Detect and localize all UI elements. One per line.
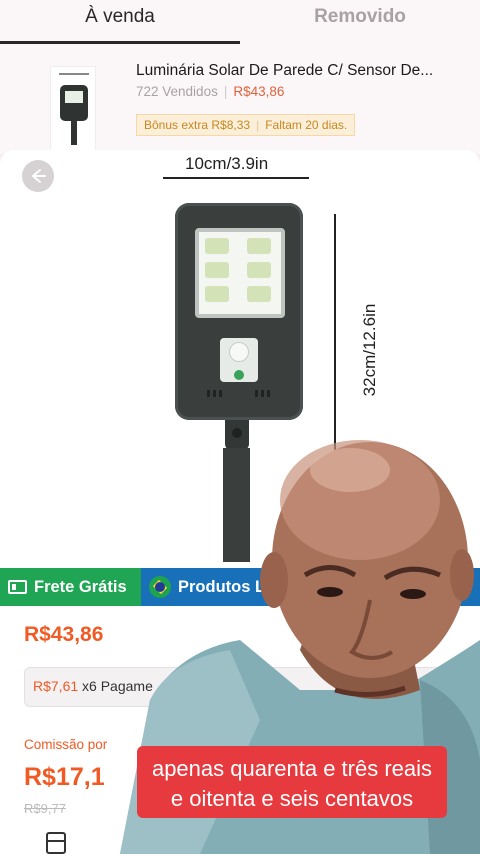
local-products-badge: Produtos Lo: [141, 568, 480, 606]
installment-box: R$7,61 x6 Pagame: [24, 667, 444, 707]
commission-label: Comissão por: [24, 737, 108, 752]
badge-row: Frete Grátis Produtos Lo: [0, 568, 480, 606]
height-dimension-line: [334, 214, 336, 466]
brazil-flag-icon: [149, 576, 171, 598]
product-title: Luminária Solar De Parede C/ Sensor De..…: [136, 62, 434, 79]
width-dimension-line: [163, 177, 309, 179]
commission-value: R$17,1: [24, 763, 105, 791]
product-row[interactable]: Luminária Solar De Parede C/ Sensor De..…: [0, 44, 480, 158]
product-meta: 722 Vendidos | R$43,86: [136, 84, 285, 99]
price: R$43,86: [24, 623, 104, 646]
installment-price: R$7,61: [33, 678, 79, 694]
sold-count: 722 Vendidos: [136, 84, 218, 99]
product-price: R$43,86: [233, 84, 285, 99]
free-shipping-label: Frete Grátis: [34, 577, 127, 596]
product-thumbnail: [50, 66, 96, 158]
store-icon[interactable]: [46, 832, 66, 854]
bonus-amount: Bônus extra R$8,33: [144, 118, 251, 132]
tab-bar: À venda Removido: [0, 0, 480, 44]
local-products-label: Produtos Lo: [178, 577, 276, 596]
tab-for-sale[interactable]: À venda: [0, 0, 240, 44]
height-dimension-label: 32cm/12.6in: [360, 303, 379, 397]
old-value: R$9,77: [24, 801, 66, 816]
free-shipping-badge: Frete Grátis: [0, 568, 141, 606]
back-button[interactable]: [22, 160, 54, 192]
bonus-badge: Bônus extra R$8,33 | Faltam 20 dias.: [136, 114, 356, 136]
tab-removed[interactable]: Removido: [240, 0, 480, 44]
arrow-left-icon: [32, 169, 46, 183]
bonus-remaining: Faltam 20 dias.: [265, 118, 348, 132]
width-dimension-label: 10cm/3.9in: [185, 154, 269, 173]
video-caption: apenas quarenta e três reais e oitenta e…: [137, 746, 447, 818]
installment-text: x6 Pagame: [78, 678, 153, 694]
truck-icon: [8, 580, 27, 594]
